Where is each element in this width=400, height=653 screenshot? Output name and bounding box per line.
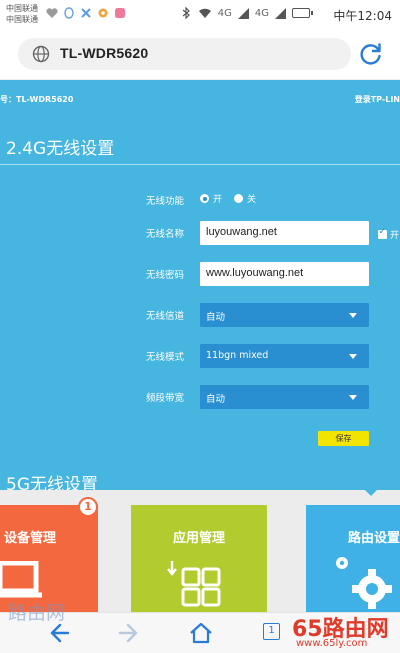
- network-type-1: 4G: [217, 7, 232, 19]
- wireless-off-option[interactable]: 关: [234, 192, 256, 205]
- apps-grid-icon: [167, 561, 221, 607]
- status-bar: 中国联通 中国联通 4G 4G 中午12:04: [0, 0, 400, 30]
- notification-icons: [46, 7, 126, 19]
- tile-app-management[interactable]: 应用管理: [131, 505, 267, 612]
- signal-icon-2: [275, 7, 286, 19]
- watermark-left: 路由网: [8, 602, 66, 624]
- login-link[interactable]: 登录TP-LIN: [355, 94, 400, 105]
- chevron-down-icon: [349, 313, 357, 318]
- tile-title: 应用管理: [172, 531, 225, 546]
- tile-device-management[interactable]: 设备管理: [0, 505, 98, 612]
- section-divider: [0, 164, 400, 165]
- password-label: 无线密码: [146, 270, 185, 281]
- home-icon[interactable]: [187, 619, 215, 647]
- bandwidth-label: 频段带宽: [146, 393, 185, 404]
- mode-value: 11bgn mixed: [206, 350, 269, 361]
- qq-icon: [64, 7, 74, 19]
- clock: 中午12:04: [333, 9, 392, 23]
- gear-icon: [336, 557, 392, 609]
- router-model-label: 号：TL-WDR5620: [0, 95, 74, 104]
- bandwidth-value: 自动: [206, 394, 226, 405]
- wifi-icon: [198, 8, 211, 18]
- bandwidth-select[interactable]: 自动: [200, 385, 369, 409]
- channel-select[interactable]: 自动: [200, 303, 369, 327]
- bluetooth-icon: [182, 7, 190, 19]
- chevron-down-icon: [349, 395, 357, 400]
- forward-arrow-icon[interactable]: [116, 619, 144, 647]
- ssid-value: luyouwang.net: [206, 226, 277, 238]
- tile-title: 路由设置: [347, 531, 400, 546]
- health-heart-icon: [46, 8, 58, 18]
- watermark-url: www.65ly.com: [296, 638, 368, 649]
- tile-router-settings[interactable]: 路由设置: [306, 505, 400, 612]
- channel-value: 自动: [206, 312, 226, 323]
- section-title-24g: 2.4G无线设置: [6, 139, 115, 159]
- app-notify-icon: [81, 8, 91, 18]
- radio-off[interactable]: [234, 194, 243, 203]
- ssid-label: 无线名称: [146, 229, 185, 240]
- ssid-input[interactable]: luyouwang.net: [200, 221, 369, 245]
- channel-label: 无线信道: [146, 311, 185, 322]
- gallery-icon: [115, 8, 125, 18]
- radio-on-label: 开: [213, 195, 223, 205]
- battery-icon: [292, 8, 313, 18]
- wireless-on-option[interactable]: 开: [200, 192, 222, 205]
- wireless-function-label: 无线功能: [146, 196, 185, 207]
- device-count-badge: 1: [78, 497, 98, 517]
- checkbox-icon[interactable]: [378, 227, 387, 239]
- mode-label: 无线模式: [146, 352, 185, 363]
- url-text: TL-WDR5620: [60, 45, 149, 61]
- tile-title: 设备管理: [3, 531, 56, 546]
- radio-on[interactable]: [200, 194, 209, 203]
- weibo-icon: [98, 8, 108, 18]
- router-settings-page: 号：TL-WDR5620 登录TP-LIN 2.4G无线设置 无线功能 开 关 …: [0, 80, 400, 490]
- save-button[interactable]: 保存: [318, 431, 369, 446]
- chevron-down-icon: [349, 354, 357, 359]
- quick-menu-tiles: 设备管理 1 应用管理 路由设置: [0, 490, 400, 612]
- url-field[interactable]: TL-WDR5620: [18, 38, 351, 70]
- radio-off-label: 关: [247, 195, 257, 205]
- section-title-5g: 5G无线设置: [6, 475, 98, 490]
- password-input[interactable]: www.luyouwang.net: [200, 262, 369, 286]
- reload-icon[interactable]: [358, 41, 384, 67]
- section-pointer: [364, 490, 378, 496]
- carrier-label-2: 中国联通: [6, 15, 38, 24]
- signal-icon-1: [237, 7, 249, 19]
- mode-select[interactable]: 11bgn mixed: [200, 344, 369, 368]
- hide-ssid-label: 开: [390, 231, 400, 241]
- system-icons: 4G 4G: [180, 7, 313, 19]
- carrier-label-1: 中国联通: [6, 4, 38, 13]
- tabs-button[interactable]: 1: [263, 623, 280, 640]
- browser-address-bar: TL-WDR5620: [0, 30, 400, 80]
- hide-ssid-checkbox[interactable]: 开: [378, 227, 400, 241]
- network-type-2: 4G: [254, 7, 269, 19]
- password-value: www.luyouwang.net: [206, 267, 304, 279]
- globe-icon: [32, 45, 50, 63]
